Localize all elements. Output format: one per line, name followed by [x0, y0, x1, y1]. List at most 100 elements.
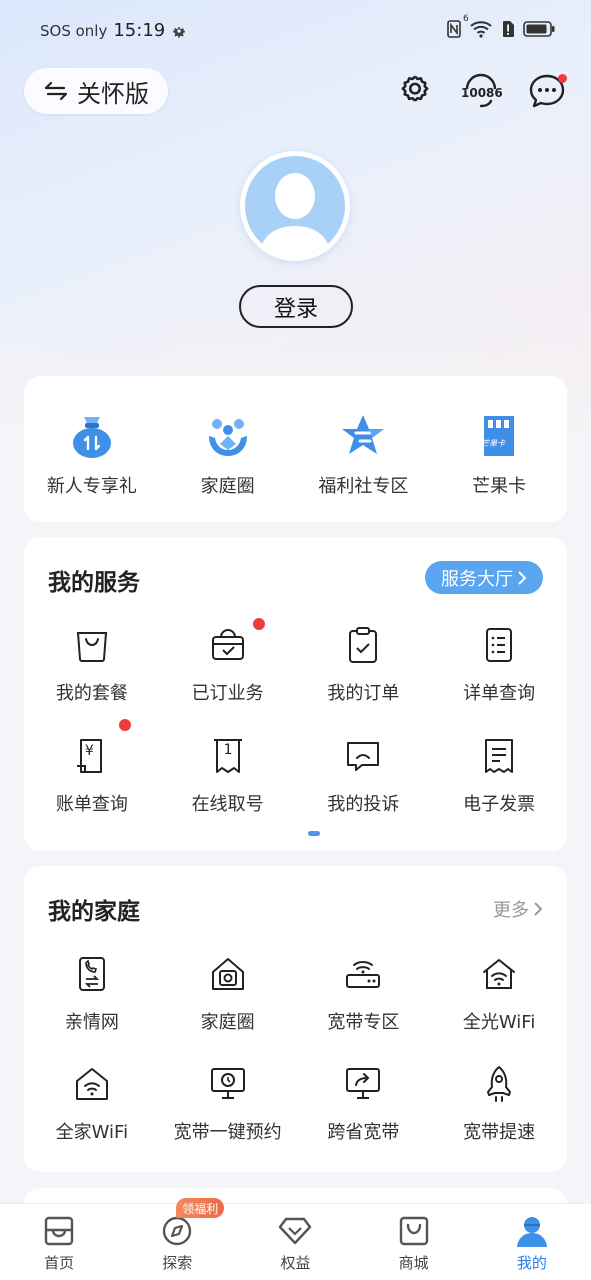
hotline-button[interactable]: 10086 — [461, 68, 503, 114]
family-home-circle[interactable]: 家庭圈 — [160, 954, 296, 1064]
service-detailed-bill[interactable]: 详单查询 — [431, 625, 567, 736]
tab-mine[interactable]: 我的 — [473, 1204, 591, 1280]
sim-card-text: 芒果卡 — [481, 439, 506, 448]
quick-actions-card: 新人专享礼 家庭圈 福利社专区 芒果卡 芒果卡 — [24, 376, 567, 522]
service-e-invoice[interactable]: 电子发票 — [431, 736, 567, 847]
family-kinship-network[interactable]: 亲情网 — [24, 954, 160, 1064]
user-tab-icon — [515, 1214, 549, 1248]
list-doc-icon — [479, 625, 519, 665]
my-services-card: 我的服务 服务大厅 我的套餐 已订业务 我的订单 详单查询 ¥ 账单查询 1 在… — [24, 537, 567, 851]
headset-icon: 10086 — [461, 71, 503, 111]
default-user-icon — [245, 156, 345, 256]
quick-action-newcomer-gift[interactable]: 新人专享礼 — [24, 412, 160, 498]
family-label: 亲情网 — [64, 1012, 119, 1033]
family-cross-province-broadband[interactable]: 跨省宽带 — [296, 1064, 432, 1174]
hotline-number: 10086 — [461, 86, 503, 100]
service-label: 在线取号 — [191, 794, 264, 815]
family-label: 宽带一键预约 — [173, 1122, 282, 1143]
family-label: 家庭圈 — [200, 1012, 255, 1033]
basket-check-icon — [208, 617, 266, 665]
home-wifi-icon — [479, 954, 519, 994]
wifi-status-icon: 6 — [463, 14, 493, 38]
login-button[interactable]: 登录 — [239, 285, 353, 328]
tab-home[interactable]: 首页 — [0, 1204, 118, 1280]
service-my-orders[interactable]: 我的订单 — [296, 625, 432, 736]
sim-card-icon: 芒果卡 — [475, 412, 523, 460]
home-tab-icon — [42, 1214, 76, 1248]
service-online-queue[interactable]: 1 在线取号 — [160, 736, 296, 847]
chevron-right-icon — [533, 901, 543, 917]
monitor-clock-icon — [208, 1064, 248, 1104]
quick-action-label: 新人专享礼 — [46, 476, 137, 497]
family-label: 宽带专区 — [327, 1012, 400, 1033]
family-broadband-zone[interactable]: 宽带专区 — [296, 954, 432, 1064]
tab-benefits[interactable]: 权益 — [236, 1204, 354, 1280]
bill-yen-icon: ¥ — [72, 718, 132, 776]
status-bar: SOS only 15:19 6 — [0, 0, 591, 64]
family-broadband-booking[interactable]: 宽带一键预约 — [160, 1064, 296, 1174]
complaint-chat-icon — [343, 736, 383, 776]
compass-icon — [160, 1214, 194, 1248]
service-label: 账单查询 — [55, 794, 128, 815]
quick-action-welfare-zone[interactable]: 福利社专区 — [296, 412, 432, 498]
welfare-badge: 领福利 — [176, 1198, 225, 1218]
tab-label: 商城 — [398, 1254, 429, 1272]
tab-label: 权益 — [280, 1254, 311, 1272]
status-left: SOS only 15:19 — [40, 20, 187, 41]
service-label: 我的投诉 — [327, 794, 400, 815]
clipboard-check-icon — [343, 625, 383, 665]
care-mode-label: 关怀版 — [77, 79, 149, 108]
my-services-grid: 我的套餐 已订业务 我的订单 详单查询 ¥ 账单查询 1 在线取号 我的投诉 电… — [24, 617, 567, 847]
star-icon — [339, 412, 387, 460]
status-right: 6 — [447, 14, 555, 38]
family-all-optical-wifi[interactable]: 全光WiFi — [431, 954, 567, 1064]
battery-icon — [523, 21, 555, 37]
switch-arrows-icon — [43, 80, 69, 102]
family-phone-icon — [72, 954, 112, 994]
quick-action-mango-card[interactable]: 芒果卡 芒果卡 — [431, 412, 567, 498]
tab-explore[interactable]: 领福利 探索 — [118, 1198, 236, 1280]
my-family-title: 我的家庭 — [48, 899, 140, 925]
router-icon — [343, 954, 383, 994]
family-whole-home-wifi[interactable]: 全家WiFi — [24, 1064, 160, 1174]
care-mode-button[interactable]: 关怀版 — [24, 68, 168, 114]
nfc-icon — [447, 20, 461, 38]
rocket-icon — [479, 1064, 519, 1104]
service-bill-query[interactable]: ¥ 账单查询 — [24, 718, 160, 847]
yen-symbol: ¥ — [84, 743, 94, 759]
tab-label: 首页 — [44, 1254, 75, 1272]
tab-mall[interactable]: 商城 — [355, 1204, 473, 1280]
ticket-number-icon: 1 — [208, 736, 248, 776]
gift-bag-icon — [68, 412, 116, 460]
service-hall-button[interactable]: 服务大厅 — [425, 561, 543, 594]
service-label: 我的订单 — [327, 683, 400, 704]
monitor-share-icon — [343, 1064, 383, 1104]
shopping-bag-icon — [72, 625, 112, 665]
service-subscribed[interactable]: 已订业务 — [160, 617, 296, 736]
my-family-grid: 亲情网 家庭圈 宽带专区 全光WiFi 全家WiFi 宽带一键预约 跨省宽带 宽… — [24, 954, 567, 1174]
my-services-title: 我的服务 — [48, 570, 140, 596]
messages-button[interactable] — [527, 68, 567, 114]
settings-button[interactable] — [395, 68, 435, 114]
family-broadband-speedup[interactable]: 宽带提速 — [431, 1064, 567, 1174]
page-indicator — [308, 831, 320, 836]
avatar[interactable] — [240, 151, 350, 261]
service-my-plan[interactable]: 我的套餐 — [24, 625, 160, 736]
service-label: 我的套餐 — [55, 683, 128, 704]
gear-icon — [396, 72, 434, 110]
quick-action-label: 家庭圈 — [200, 476, 255, 497]
tab-label: 探索 — [162, 1254, 193, 1272]
home-camera-icon — [208, 954, 248, 994]
my-family-card: 我的家庭 更多 亲情网 家庭圈 宽带专区 全光WiFi 全家WiFi 宽带一键预… — [24, 866, 567, 1172]
diamond-icon — [278, 1214, 312, 1248]
header-actions: 10086 — [395, 68, 567, 114]
quick-action-label: 芒果卡 — [472, 476, 527, 497]
service-label: 详单查询 — [463, 683, 536, 704]
chevron-right-icon — [517, 570, 527, 586]
quick-action-family-circle[interactable]: 家庭圈 — [160, 412, 296, 498]
family-more-link[interactable]: 更多 — [493, 896, 543, 922]
service-alert-dot — [117, 718, 132, 732]
invoice-icon — [479, 736, 519, 776]
family-label: 全家WiFi — [55, 1122, 129, 1143]
quick-action-label: 福利社专区 — [318, 476, 409, 497]
